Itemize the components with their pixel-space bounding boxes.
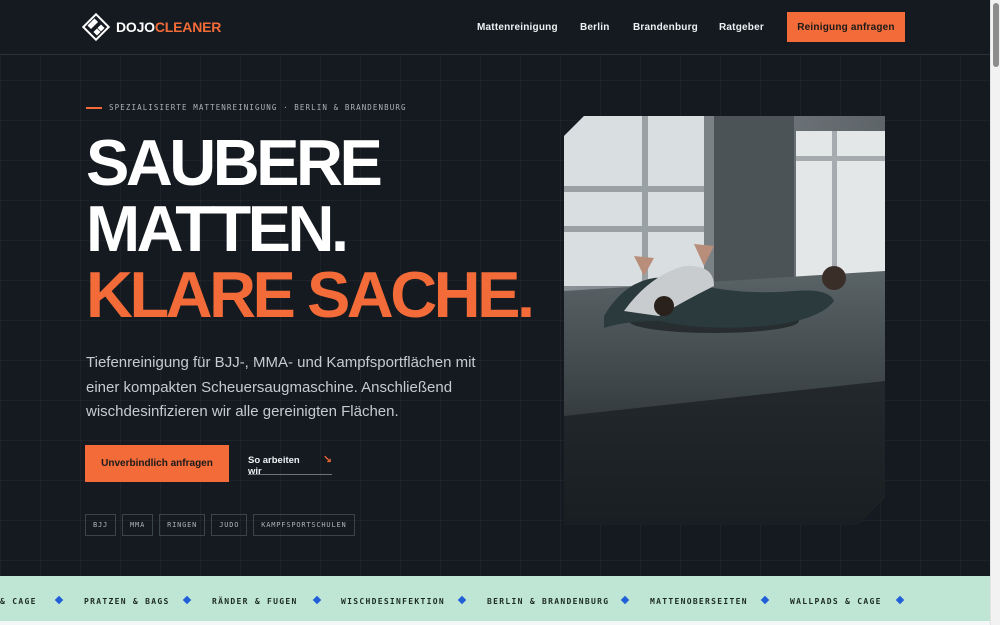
ticker-item: PRATZEN & BAGS [84,596,170,606]
eyebrow-line [86,106,102,109]
next-section-edge [0,621,990,625]
discipline-tags: BJJ MMA RINGEN JUDO KAMPFSPORTSCHULEN [85,514,355,536]
how-we-work-link[interactable]: So arbeiten wir ↘ [248,454,332,477]
scrollbar-thumb[interactable] [993,3,999,67]
nav-item-mattenreinigung[interactable]: Mattenreinigung [477,22,558,33]
site-header: DOJOCLEANER Mattenreinigung Berlin Brand… [0,0,990,55]
diamond-icon [182,595,192,605]
ticker-item: BERLIN & BRANDENBURG [487,596,610,606]
logo[interactable]: DOJOCLEANER [81,11,221,43]
tag-mma: MMA [122,514,154,536]
headline-line-3: KLARE SACHE. [86,258,535,331]
hero-photo [564,116,885,525]
diamond-icon [457,595,467,605]
request-quote-button[interactable]: Unverbindlich anfragen [85,445,229,482]
arrow-down-right-icon: ↘ [322,454,332,466]
diamond-logo-icon [81,12,111,42]
how-we-work-label: So arbeiten wir [248,455,300,477]
diamond-icon [620,595,630,605]
logo-text: DOJOCLEANER [116,19,222,35]
tag-kampfsportschulen: KAMPFSPORTSCHULEN [253,514,355,536]
ticker-item: WALLPADS & CAGE [790,596,882,606]
ticker-row: & CAGE PRATZEN & BAGS RÄNDER & FUGEN WIS… [0,595,990,607]
nav-item-berlin[interactable]: Berlin [580,22,610,33]
nav-item-brandenburg[interactable]: Brandenburg [633,22,698,33]
ticker-item: WISCHDESINFEKTION [341,596,445,606]
scrollbar[interactable] [990,0,1000,625]
eyebrow-text: SPEZIALISIERTE MATTENREINIGUNG · BERLIN … [109,103,407,112]
nav-item-ratgeber[interactable]: Ratgeber [719,22,764,33]
hero-lead: Tiefenreinigung für BJJ-, MMA- und Kampf… [86,354,476,420]
headline-line-2: MATTEN. [86,192,349,265]
hero-headline: SAUBERE MATTEN. KLARE SACHE. [86,126,535,331]
diamond-icon [895,595,905,605]
ticker-item: RÄNDER & FUGEN [212,596,298,606]
ticker-item: & CAGE [0,596,37,606]
ticker-item: MATTENOBERSEITEN [650,596,748,606]
diamond-icon [54,595,64,605]
tag-bjj: BJJ [85,514,117,536]
hero-eyebrow: SPEZIALISIERTE MATTENREINIGUNG · BERLIN … [86,103,407,112]
headline-line-1: SAUBERE [86,126,383,199]
diamond-icon [760,595,770,605]
request-cleaning-button[interactable]: Reinigung anfragen [787,12,905,42]
tag-judo: JUDO [211,514,248,536]
ticker-band: & CAGE PRATZEN & BAGS RÄNDER & FUGEN WIS… [0,576,990,621]
diamond-icon [312,595,322,605]
tag-ringen: RINGEN [159,514,206,536]
